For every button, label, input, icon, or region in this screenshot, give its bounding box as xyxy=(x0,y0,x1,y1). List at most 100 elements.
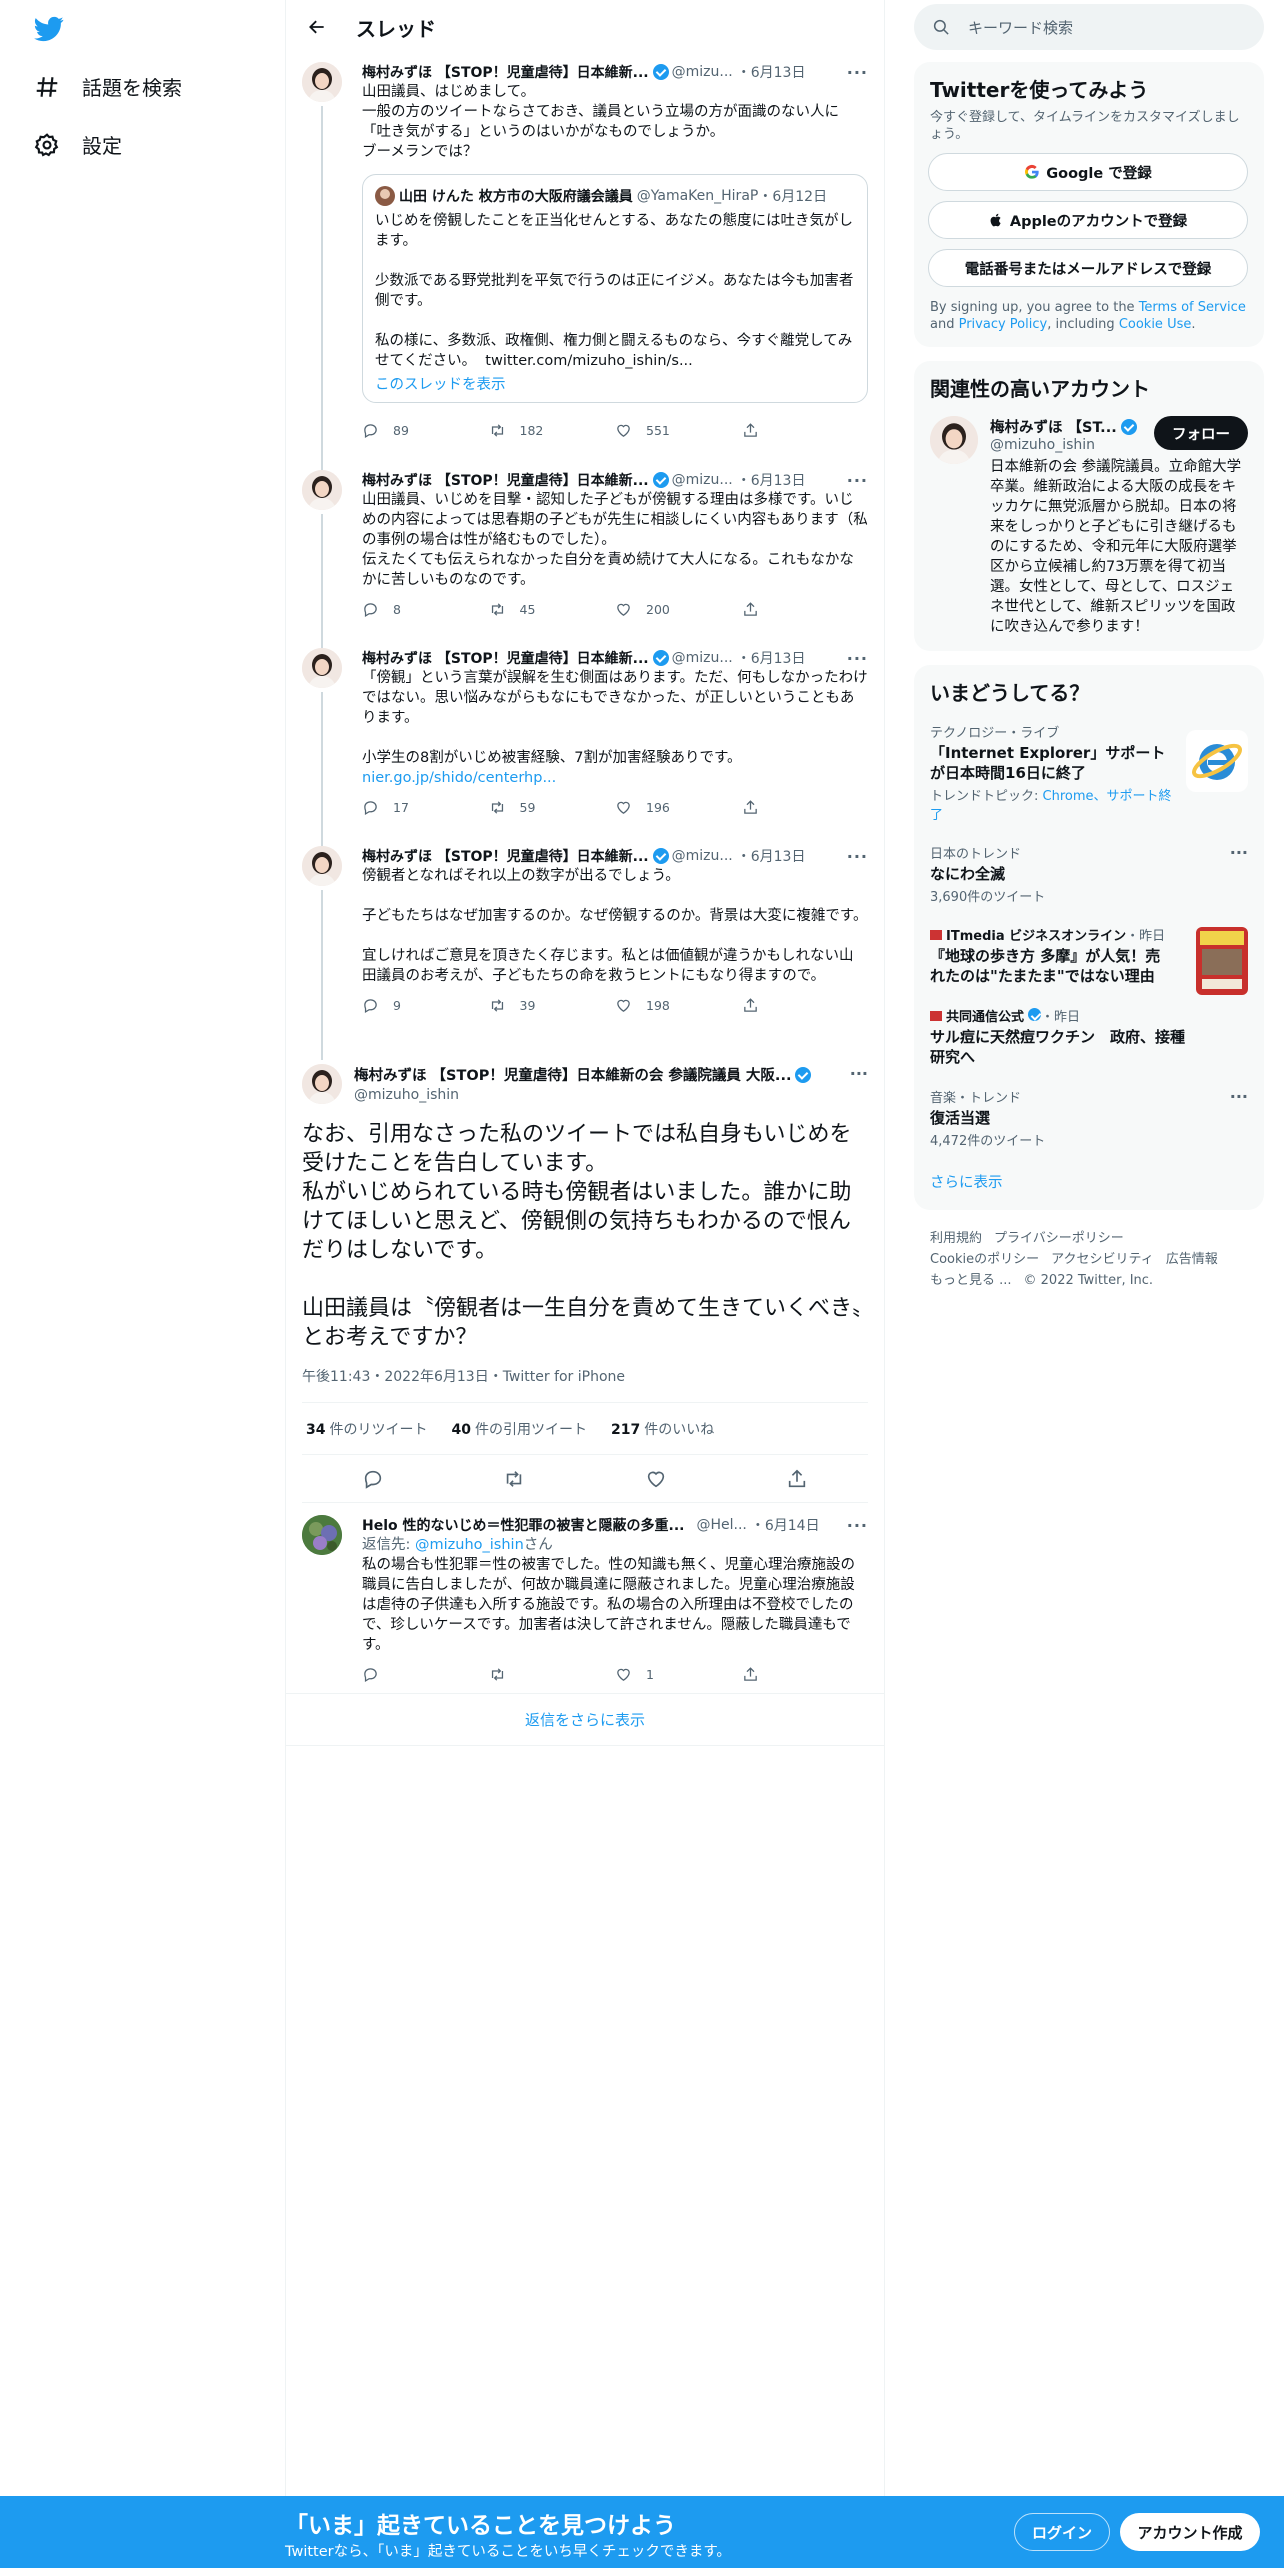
share-button[interactable] xyxy=(742,1666,869,1683)
author-name[interactable]: 梅村みずほ 【STOP！児童虐待】日本維新... xyxy=(362,470,649,490)
show-more-trends-link[interactable]: さらに表示 xyxy=(914,1159,1264,1210)
reply-tweet[interactable]: Helo 性的ないじめ＝性犯罪の被害と隠蔽の多重... @Hel... ・6月1… xyxy=(286,1503,884,1694)
relevant-handle[interactable]: @mizuho_ishin xyxy=(990,437,1154,453)
author-handle[interactable]: @Hel... xyxy=(696,1517,746,1533)
cookie-link[interactable]: Cookie Use xyxy=(1119,317,1192,332)
reply-button[interactable]: 9 xyxy=(362,997,489,1014)
retweet-button[interactable]: 39 xyxy=(489,997,616,1014)
avatar[interactable] xyxy=(302,648,342,688)
retweets-stat[interactable]: 34 件のリツイート xyxy=(306,1419,427,1439)
author-name[interactable]: 梅村みずほ 【STOP！児童虐待】日本維新の会 参議院議員 大阪... xyxy=(354,1064,791,1085)
quotes-stat[interactable]: 40 件の引用ツイート xyxy=(451,1419,586,1439)
tweet[interactable]: 梅村みずほ 【STOP！児童虐待】日本維新... @mizu... ・6月13日… xyxy=(286,462,884,648)
avatar[interactable] xyxy=(302,1064,342,1104)
share-button[interactable] xyxy=(742,422,869,439)
footer-link[interactable]: プライバシーポリシー xyxy=(994,1231,1124,1246)
privacy-link[interactable]: Privacy Policy xyxy=(959,317,1048,332)
footer-link[interactable]: Cookieのポリシー xyxy=(930,1252,1039,1267)
more-options-icon[interactable]: ··· xyxy=(847,471,868,490)
author-handle[interactable]: @mizuho_ishin xyxy=(354,1087,850,1103)
trend-item[interactable]: 音楽・トレンド 復活当選 4,472件のツイート ··· xyxy=(914,1077,1264,1159)
twitter-logo-icon[interactable] xyxy=(32,14,66,44)
nav-explore[interactable]: 話題を検索 xyxy=(34,72,182,101)
retweet-button[interactable]: 182 xyxy=(489,422,616,439)
reply-icon[interactable] xyxy=(362,1468,384,1490)
footer-link[interactable]: アクセシビリティ xyxy=(1051,1252,1154,1267)
author-name[interactable]: 梅村みずほ 【STOP！児童虐待】日本維新... xyxy=(362,846,649,866)
heart-icon[interactable] xyxy=(645,1468,667,1490)
tweet-link[interactable]: nier.go.jp/shido/centerhp... xyxy=(362,768,868,788)
tweet-date[interactable]: 6月14日 xyxy=(765,1518,820,1534)
tweet-date[interactable]: 6月13日 xyxy=(751,651,806,667)
tweet-meta[interactable]: 午後11:43・2022年6月13日・Twitter for iPhone xyxy=(302,1366,868,1403)
avatar[interactable] xyxy=(302,1515,342,1555)
retweet-button[interactable] xyxy=(489,1666,616,1683)
author-handle[interactable]: @mizu... xyxy=(672,472,733,488)
avatar[interactable] xyxy=(302,846,342,886)
author-handle[interactable]: @mizu... xyxy=(672,64,733,80)
tweet[interactable]: 梅村みずほ 【STOP！児童虐待】日本維新... @mizu... ・6月13日… xyxy=(286,640,884,846)
share-button[interactable] xyxy=(742,799,869,816)
more-options-icon[interactable]: ··· xyxy=(847,63,868,82)
reply-to-handle[interactable]: @mizuho_ishin xyxy=(415,1537,524,1553)
more-options-icon[interactable]: ··· xyxy=(847,847,868,866)
apple-signup-button[interactable]: Appleのアカウントで登録 xyxy=(928,201,1248,239)
like-button[interactable]: 1 xyxy=(615,1666,742,1683)
trend-item[interactable]: テクノロジー・ライブ 「Internet Explorer」サポートが日本時間1… xyxy=(914,712,1264,833)
terms-link[interactable]: Terms of Service xyxy=(1139,300,1246,315)
likes-stat[interactable]: 217 件のいいね xyxy=(611,1419,714,1439)
like-button[interactable]: 198 xyxy=(615,997,742,1014)
reply-button[interactable] xyxy=(362,1666,489,1683)
tweet-date[interactable]: 6月13日 xyxy=(751,849,806,865)
share-icon[interactable] xyxy=(786,1468,808,1490)
author-name[interactable]: Helo 性的ないじめ＝性犯罪の被害と隠蔽の多重... xyxy=(362,1515,684,1535)
quoted-tweet[interactable]: 山田 けんた 枚方市の大阪府議会議員 @YamaKen_HiraP ・6月12日… xyxy=(362,174,868,403)
show-more-replies-link[interactable]: 返信をさらに表示 xyxy=(286,1694,884,1746)
tweet-date[interactable]: 6月13日 xyxy=(751,65,806,81)
trend-item[interactable]: 日本のトレンド なにわ全滅 3,690件のツイート ··· xyxy=(914,833,1264,915)
tweet-date[interactable]: 6月13日 xyxy=(751,473,806,489)
quoted-link[interactable]: twitter.com/mizuho_ishin/s... xyxy=(485,353,692,369)
retweet-button[interactable]: 59 xyxy=(489,799,616,816)
tweet[interactable]: 梅村みずほ 【STOP！児童虐待】日本維新... @mizu... ・6月13日… xyxy=(286,838,884,1060)
trend-item[interactable]: ITmedia ビジネスオンライン・昨日 『地球の歩き方 多摩』が人気！売れたの… xyxy=(914,915,1264,996)
nav-settings[interactable]: 設定 xyxy=(34,130,122,159)
author-handle[interactable]: @mizu... xyxy=(672,650,733,666)
like-button[interactable]: 196 xyxy=(615,799,742,816)
signup-button[interactable]: アカウント作成 xyxy=(1120,2513,1260,2551)
reply-button[interactable]: 8 xyxy=(362,601,489,618)
follow-button[interactable]: フォロー xyxy=(1154,416,1248,450)
more-options-icon[interactable]: ··· xyxy=(850,1064,868,1083)
trend-item[interactable]: 共同通信公式 ・昨日 サル痘に天然痘ワクチン 政府、接種研究へ xyxy=(914,996,1264,1077)
login-button[interactable]: ログイン xyxy=(1014,2513,1110,2551)
avatar[interactable] xyxy=(302,470,342,510)
back-button[interactable] xyxy=(300,10,334,44)
more-options-icon[interactable]: ··· xyxy=(1230,843,1248,862)
avatar[interactable] xyxy=(930,416,978,464)
like-button[interactable]: 551 xyxy=(615,422,742,439)
show-thread-link[interactable]: このスレッドを表示 xyxy=(375,373,855,394)
relevant-account[interactable]: 梅村みずほ 【ST... @mizuho_ishin フォロー 日本維新の会 参… xyxy=(914,402,1264,651)
retweet-icon[interactable] xyxy=(503,1468,525,1490)
author-name[interactable]: 梅村みずほ 【STOP！児童虐待】日本維新... xyxy=(362,648,649,668)
retweet-button[interactable]: 45 xyxy=(489,601,616,618)
more-options-icon[interactable]: ··· xyxy=(847,1516,868,1535)
google-signup-button[interactable]: Google で登録 xyxy=(928,153,1248,191)
footer-more-link[interactable]: もっと見る ... xyxy=(930,1273,1012,1288)
reply-button[interactable]: 89 xyxy=(362,422,489,439)
more-options-icon[interactable]: ··· xyxy=(1230,1087,1248,1106)
footer-link[interactable]: 広告情報 xyxy=(1166,1252,1218,1267)
author-handle[interactable]: @mizu... xyxy=(672,848,733,864)
footer-link[interactable]: 利用規約 xyxy=(930,1231,982,1246)
phone-email-signup-button[interactable]: 電話番号またはメールアドレスで登録 xyxy=(928,249,1248,287)
more-options-icon[interactable]: ··· xyxy=(847,649,868,668)
author-name[interactable]: 梅村みずほ 【STOP！児童虐待】日本維新... xyxy=(362,62,649,82)
search-input[interactable]: キーワード検索 xyxy=(914,4,1264,50)
avatar[interactable] xyxy=(302,62,342,102)
share-button[interactable] xyxy=(742,997,869,1014)
relevant-name[interactable]: 梅村みずほ 【ST... xyxy=(990,416,1117,437)
reply-button[interactable]: 17 xyxy=(362,799,489,816)
like-button[interactable]: 200 xyxy=(615,601,742,618)
share-button[interactable] xyxy=(742,601,869,618)
tweet[interactable]: 梅村みずほ 【STOP！児童虐待】日本維新... @mizu... ・6月13日… xyxy=(286,54,884,470)
